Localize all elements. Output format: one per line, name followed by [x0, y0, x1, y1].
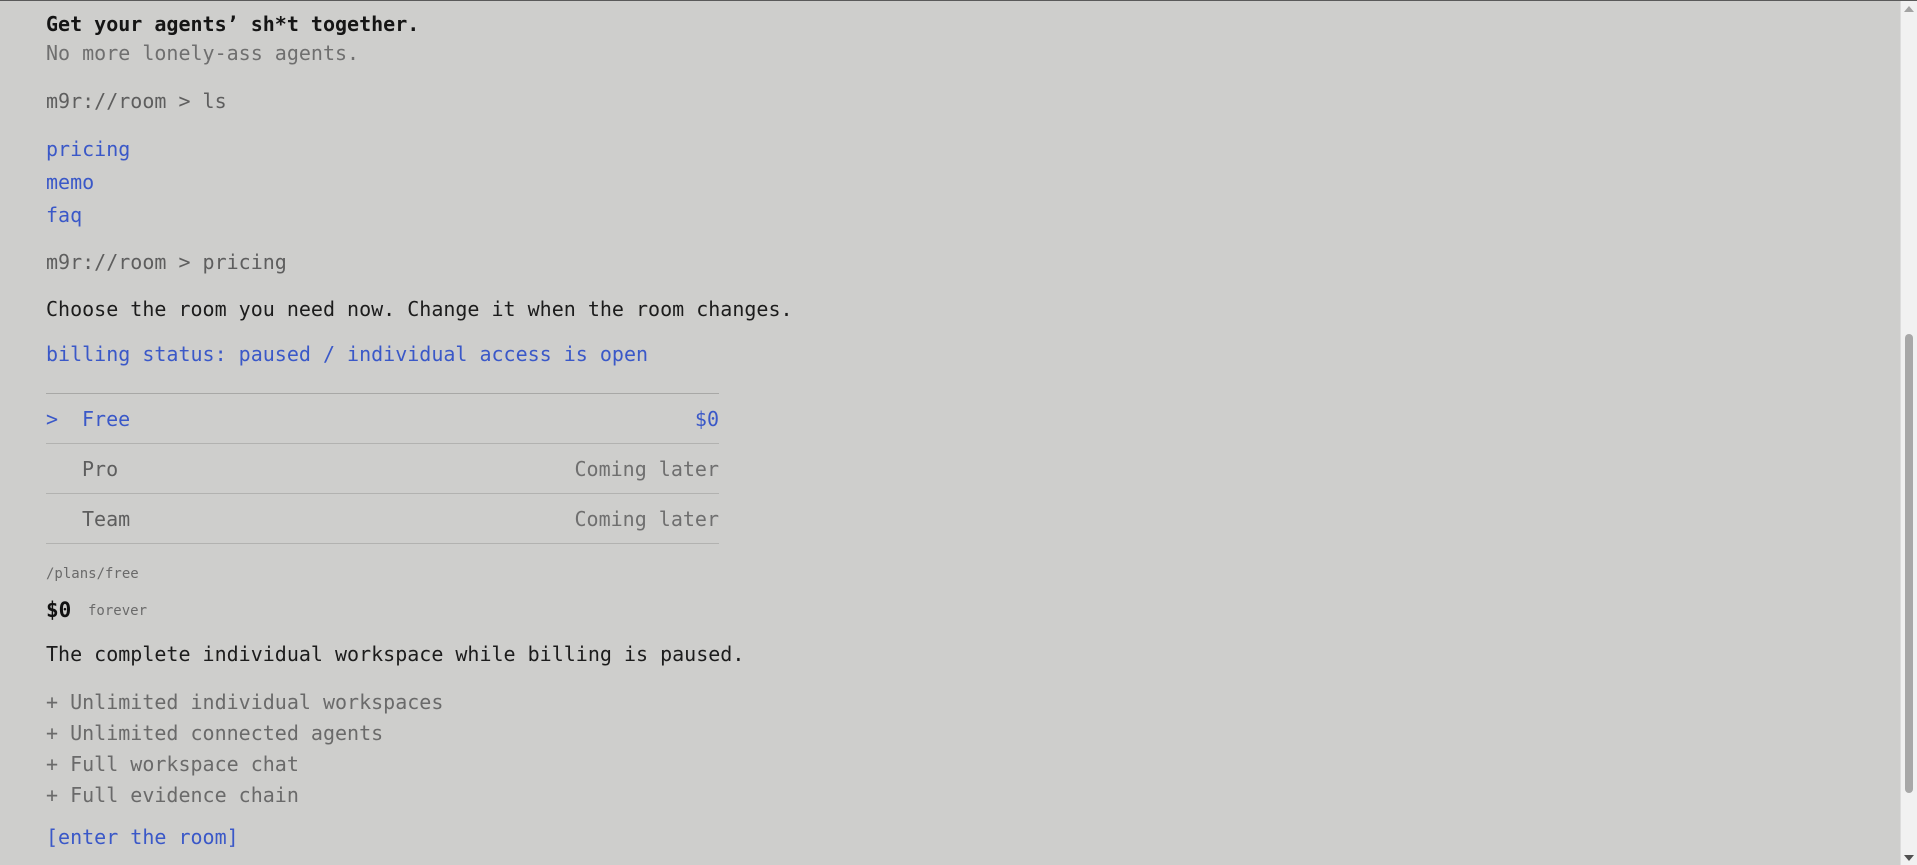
plan-row-team[interactable]: Team Coming later: [46, 494, 719, 544]
plan-price: Coming later: [574, 457, 720, 481]
feature-item: + Full evidence chain: [46, 783, 299, 807]
hero-headline: Get your agents’ sh*t together.: [46, 12, 420, 36]
scroll-thumb[interactable]: [1905, 334, 1913, 793]
billing-status: billing status: paused / individual acce…: [46, 342, 649, 366]
hero-subline: No more lonely-ass agents.: [46, 41, 360, 65]
selected-marker: >: [46, 407, 59, 431]
plan-row-pro[interactable]: Pro Coming later: [46, 444, 719, 494]
plan-list: > Free $0 Pro Coming later Team Coming l…: [46, 393, 719, 544]
nav-link-pricing[interactable]: pricing: [46, 137, 130, 161]
vertical-scrollbar[interactable]: [1900, 1, 1917, 865]
plan-description: The complete individual workspace while …: [46, 642, 745, 666]
ls-prompt: m9r://room > ls: [46, 89, 227, 113]
nav-link-memo[interactable]: memo: [46, 170, 94, 194]
scroll-down-arrow-icon[interactable]: [1904, 855, 1914, 861]
plan-price: $0: [694, 407, 719, 431]
plan-name: Free: [82, 407, 131, 431]
scroll-up-arrow-icon[interactable]: [1904, 6, 1914, 12]
page: Get your agents’ sh*t together. No more …: [0, 0, 1917, 865]
plan-name: Pro: [82, 457, 119, 481]
feature-item: + Unlimited connected agents: [46, 721, 384, 745]
plan-name: Team: [82, 507, 131, 531]
nav-link-faq[interactable]: faq: [46, 203, 82, 227]
plan-price-large: $0: [46, 598, 72, 622]
pricing-prompt: m9r://room > pricing: [46, 250, 287, 274]
feature-list: + Unlimited individual workspaces + Unli…: [46, 687, 443, 811]
feature-item: + Unlimited individual workspaces: [46, 690, 444, 714]
plan-price-term: forever: [88, 603, 148, 619]
plan-price: Coming later: [574, 507, 720, 531]
enter-room-link[interactable]: [enter the room]: [46, 825, 239, 849]
plan-path: /plans/free: [46, 566, 139, 582]
feature-item: + Full workspace chat: [46, 752, 299, 776]
plan-row-free[interactable]: > Free $0: [46, 394, 719, 444]
pricing-intro: Choose the room you need now. Change it …: [46, 297, 793, 321]
